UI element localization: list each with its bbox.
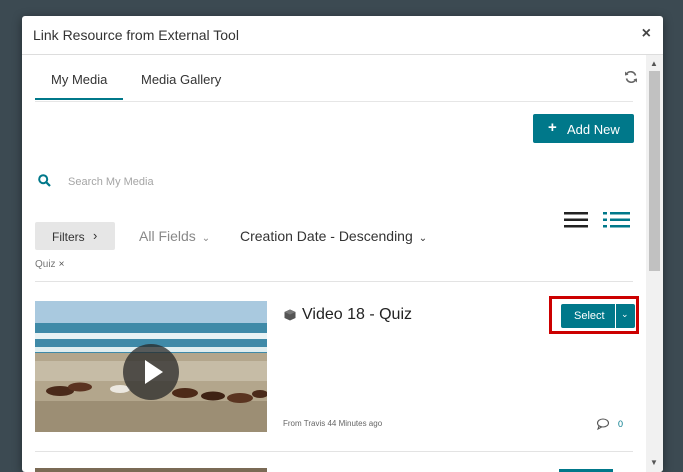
sort-dropdown-label: Creation Date - Descending <box>240 228 413 244</box>
add-new-button[interactable]: + Add New <box>533 114 634 143</box>
select-options-button[interactable]: ⌄ <box>616 304 635 328</box>
refresh-icon[interactable] <box>624 70 638 84</box>
select-highlight: Select ⌄ <box>549 296 639 334</box>
dialog-content: My Media Media Gallery + Add New Filters… <box>22 55 646 472</box>
divider <box>35 451 633 452</box>
remove-tag-icon[interactable]: × <box>59 259 65 270</box>
filters-label: Filters <box>52 230 85 244</box>
list-view-icon[interactable] <box>564 212 588 228</box>
scrollbar[interactable]: ▲ ▼ <box>646 55 663 472</box>
play-button-icon[interactable] <box>123 344 179 400</box>
scroll-up-arrow-icon[interactable]: ▲ <box>650 59 658 68</box>
chevron-down-icon: ⌄ <box>201 233 211 244</box>
scroll-thumb[interactable] <box>649 71 660 271</box>
comment-icon <box>596 418 610 430</box>
background-page <box>0 0 22 472</box>
next-entry-thumbnail[interactable] <box>35 468 267 472</box>
chevron-right-icon: › <box>93 228 98 243</box>
active-tab-indicator <box>35 98 123 100</box>
filter-tag-label: Quiz <box>35 259 56 270</box>
entry-title[interactable]: Video 18 - Quiz <box>302 306 412 324</box>
search-icon[interactable] <box>38 174 51 187</box>
video-thumbnail[interactable] <box>35 301 267 432</box>
tab-media-gallery[interactable]: Media Gallery <box>141 72 221 87</box>
fields-dropdown[interactable]: All Fields ⌄ <box>139 228 210 244</box>
quiz-cube-icon <box>284 309 296 321</box>
search-input[interactable] <box>68 171 468 193</box>
tab-my-media[interactable]: My Media <box>51 72 107 87</box>
detailed-view-icon[interactable] <box>603 211 630 229</box>
dialog-title: Link Resource from External Tool <box>33 27 239 43</box>
add-new-label: Add New <box>567 122 620 137</box>
comment-count: 0 <box>618 419 624 429</box>
tab-bar: My Media Media Gallery <box>35 55 637 102</box>
close-icon[interactable]: × <box>642 25 651 43</box>
plus-icon: + <box>548 119 557 136</box>
link-resource-dialog: Link Resource from External Tool × My Me… <box>22 16 663 472</box>
fields-dropdown-label: All Fields <box>139 228 196 244</box>
select-label: Select <box>574 310 605 322</box>
scroll-down-arrow-icon[interactable]: ▼ <box>650 458 658 467</box>
divider <box>35 281 633 282</box>
entry-meta: From Travis 44 Minutes ago <box>283 419 383 428</box>
chevron-down-icon: ⌄ <box>621 309 629 319</box>
dialog-header: Link Resource from External Tool × <box>22 16 663 55</box>
sort-dropdown[interactable]: Creation Date - Descending ⌄ <box>240 228 427 244</box>
chevron-down-icon: ⌄ <box>418 233 428 244</box>
select-button[interactable]: Select <box>561 304 615 328</box>
filter-tag: Quiz × <box>35 259 64 270</box>
filters-button[interactable]: Filters › <box>35 222 115 250</box>
